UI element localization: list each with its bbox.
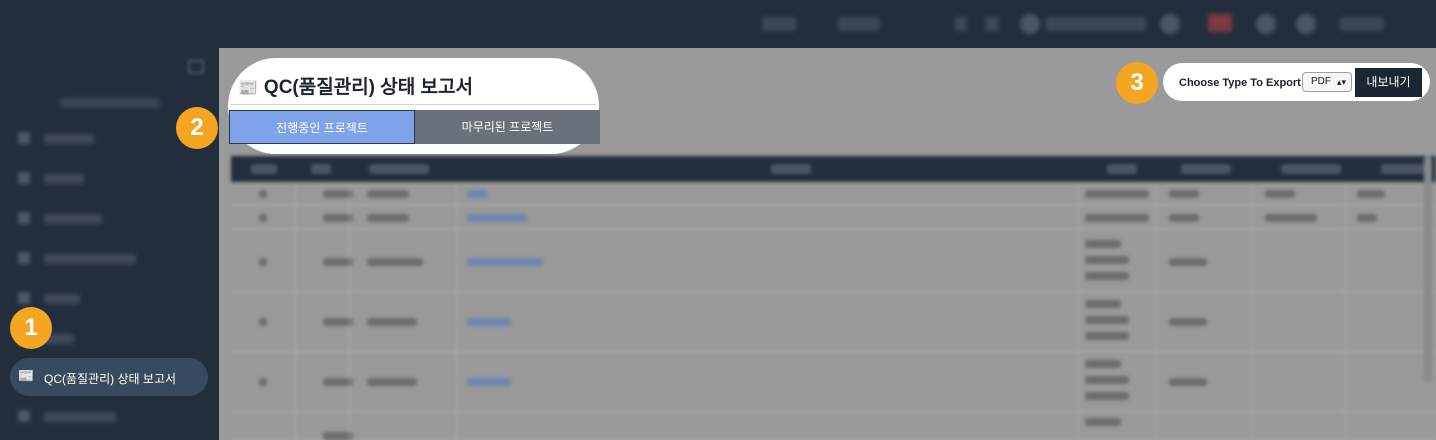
step-badge-2: 2 <box>176 107 218 149</box>
table-row[interactable] <box>231 412 1436 440</box>
title-divider <box>230 104 596 105</box>
table-row[interactable] <box>231 352 1436 412</box>
table-row[interactable] <box>231 292 1436 352</box>
export-button[interactable]: 내보내기 <box>1355 68 1422 97</box>
step-badge-3: 3 <box>1116 62 1158 104</box>
tab-completed-projects[interactable]: 마무리된 프로젝트 <box>415 110 600 144</box>
notification-icon[interactable] <box>1256 14 1276 34</box>
language-flag-icon[interactable] <box>1208 14 1232 32</box>
page-title: 📰 QC(품질관리) 상태 보고서 <box>238 77 473 98</box>
organization-name <box>60 98 160 108</box>
logout-link[interactable] <box>1340 17 1384 31</box>
export-type-label: Choose Type To Export : <box>1179 77 1308 89</box>
table-header <box>231 156 1436 182</box>
dropdown-icon[interactable] <box>955 17 967 31</box>
top-menu-item[interactable] <box>762 17 796 31</box>
export-type-select[interactable]: PDF ▴▾ <box>1302 72 1352 92</box>
step-badge-1: 1 <box>10 307 52 349</box>
tab-ongoing-projects[interactable]: 진행중인 프로젝트 <box>229 110 415 144</box>
help-icon[interactable] <box>1296 14 1316 34</box>
top-menu-item[interactable] <box>838 17 880 31</box>
collapse-sidebar-icon[interactable] <box>188 60 204 74</box>
newspaper-icon: 📰 <box>238 80 258 97</box>
select-arrows-icon: ▴▾ <box>1336 77 1346 87</box>
avatar[interactable] <box>1020 14 1040 34</box>
top-navigation-bar <box>0 0 1436 48</box>
newspaper-icon: 📰 <box>18 368 35 383</box>
table-row[interactable] <box>231 206 1436 230</box>
scrollbar[interactable] <box>1424 156 1432 382</box>
search-icon[interactable] <box>985 17 999 31</box>
table-row[interactable] <box>231 182 1436 206</box>
sidebar-item-qc-report[interactable]: 📰 QC(품질관리) 상태 보고서 <box>10 358 208 396</box>
table-row[interactable] <box>231 230 1436 292</box>
sidebar: 📰 QC(품질관리) 상태 보고서 <box>0 48 219 440</box>
user-menu[interactable] <box>1046 17 1146 31</box>
sidebar-item-label: QC(품질관리) 상태 보고서 <box>44 372 177 386</box>
brand-logo[interactable] <box>24 14 124 35</box>
bell-icon[interactable] <box>1160 14 1180 34</box>
